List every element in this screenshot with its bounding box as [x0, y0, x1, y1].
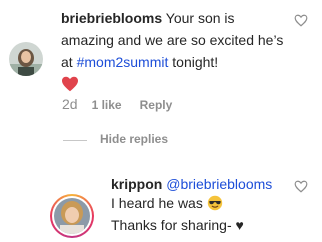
replies-divider	[63, 140, 87, 141]
comment-meta: 2d 1 like Reply	[62, 96, 172, 112]
reply-button[interactable]: Reply	[140, 98, 173, 112]
hide-replies-button[interactable]: Hide replies	[100, 132, 168, 146]
comment-age: 2d	[62, 96, 78, 112]
like-comment-heart-icon[interactable]	[294, 14, 308, 32]
sunglasses-emoji-icon	[207, 195, 223, 216]
reply-line-2: Thanks for sharing- ♥	[111, 217, 244, 233]
hashtag-link[interactable]: #mom2summit	[77, 54, 169, 70]
mention-link[interactable]: @briebrieblooms	[166, 176, 272, 192]
reply-text: krippon @briebrieblooms I heard he was T…	[111, 175, 286, 235]
avatar-krippon-ring[interactable]	[50, 194, 94, 238]
reply-line-1: I heard he was	[111, 195, 203, 211]
avatar-krippon[interactable]	[54, 198, 90, 234]
avatar-briebrieblooms[interactable]	[9, 42, 43, 76]
comment-text: briebrieblooms Your son is amazing and w…	[61, 7, 291, 98]
comment-username[interactable]: briebrieblooms	[61, 10, 162, 26]
comment-text-part-2: tonight!	[168, 54, 219, 70]
comment-likes-count[interactable]: 1 like	[92, 98, 122, 112]
reply-username[interactable]: krippon	[111, 176, 162, 192]
like-reply-heart-icon[interactable]	[294, 180, 308, 198]
red-heart-emoji-icon	[61, 76, 79, 98]
avatar-ring-gap	[52, 196, 92, 236]
